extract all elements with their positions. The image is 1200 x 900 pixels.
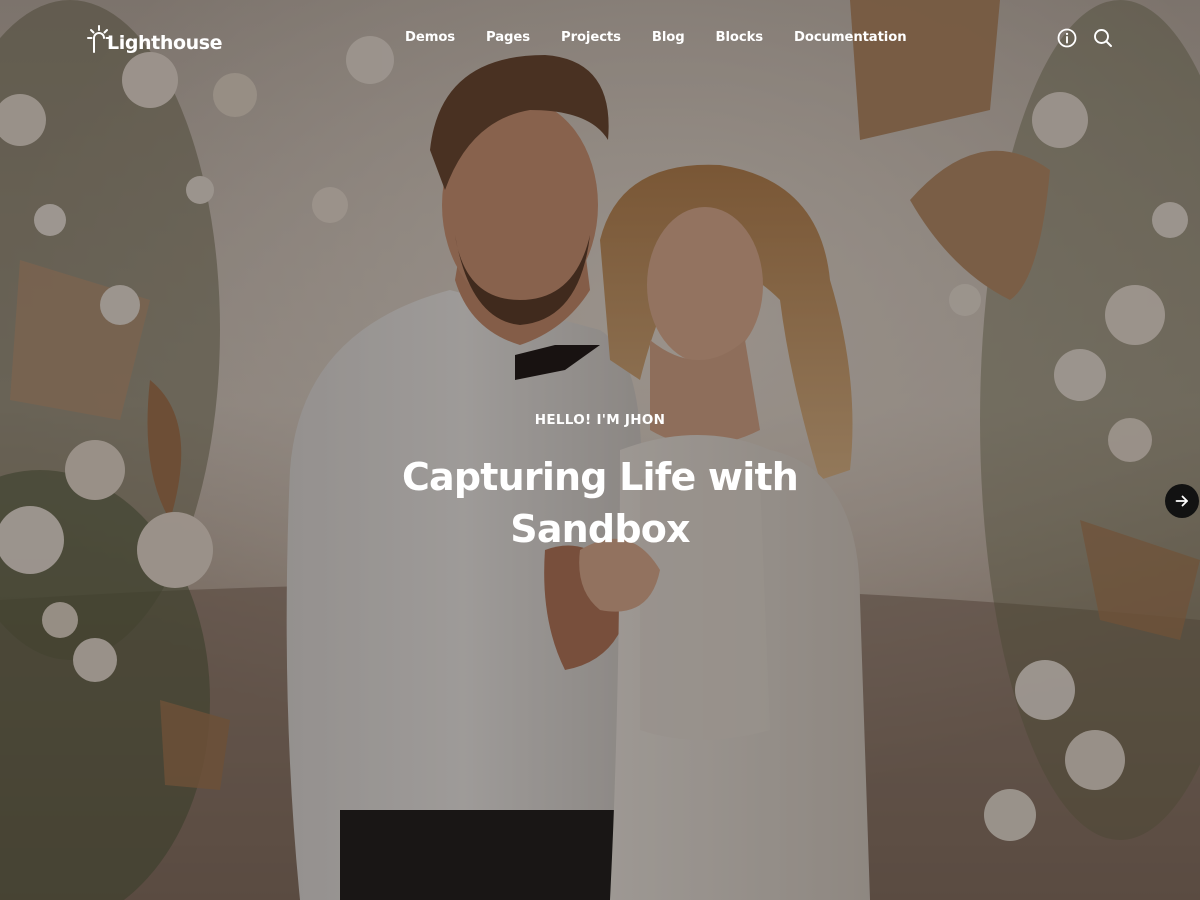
nav-item-projects[interactable]: Projects <box>561 28 621 48</box>
hero-headline: Capturing Life with Sandbox <box>401 455 799 551</box>
navbar: Lighthouse Demos Pages Projects Blog Blo… <box>0 0 1200 78</box>
primary-nav: Demos Pages Projects Blog Blocks Documen… <box>405 28 937 48</box>
hero-caption: HELLO! I'M JHON Capturing Life with Sand… <box>0 405 1200 555</box>
hero-eyebrow: HELLO! I'M JHON <box>534 412 666 428</box>
nav-item-documentation[interactable]: Documentation <box>794 28 907 48</box>
arrow-right-icon <box>1175 495 1188 507</box>
brand-name: Lighthouse <box>107 32 223 54</box>
search-icon[interactable] <box>1092 27 1114 49</box>
nav-item-demos[interactable]: Demos <box>405 28 455 48</box>
nav-item-pages[interactable]: Pages <box>486 28 530 48</box>
brand-logo[interactable]: Lighthouse <box>86 22 223 56</box>
info-icon[interactable] <box>1056 27 1078 49</box>
nav-utility-icons <box>1056 27 1114 49</box>
slider-next-button[interactable] <box>1165 484 1199 518</box>
nav-item-blog[interactable]: Blog <box>652 28 685 48</box>
nav-item-blocks[interactable]: Blocks <box>716 28 764 48</box>
